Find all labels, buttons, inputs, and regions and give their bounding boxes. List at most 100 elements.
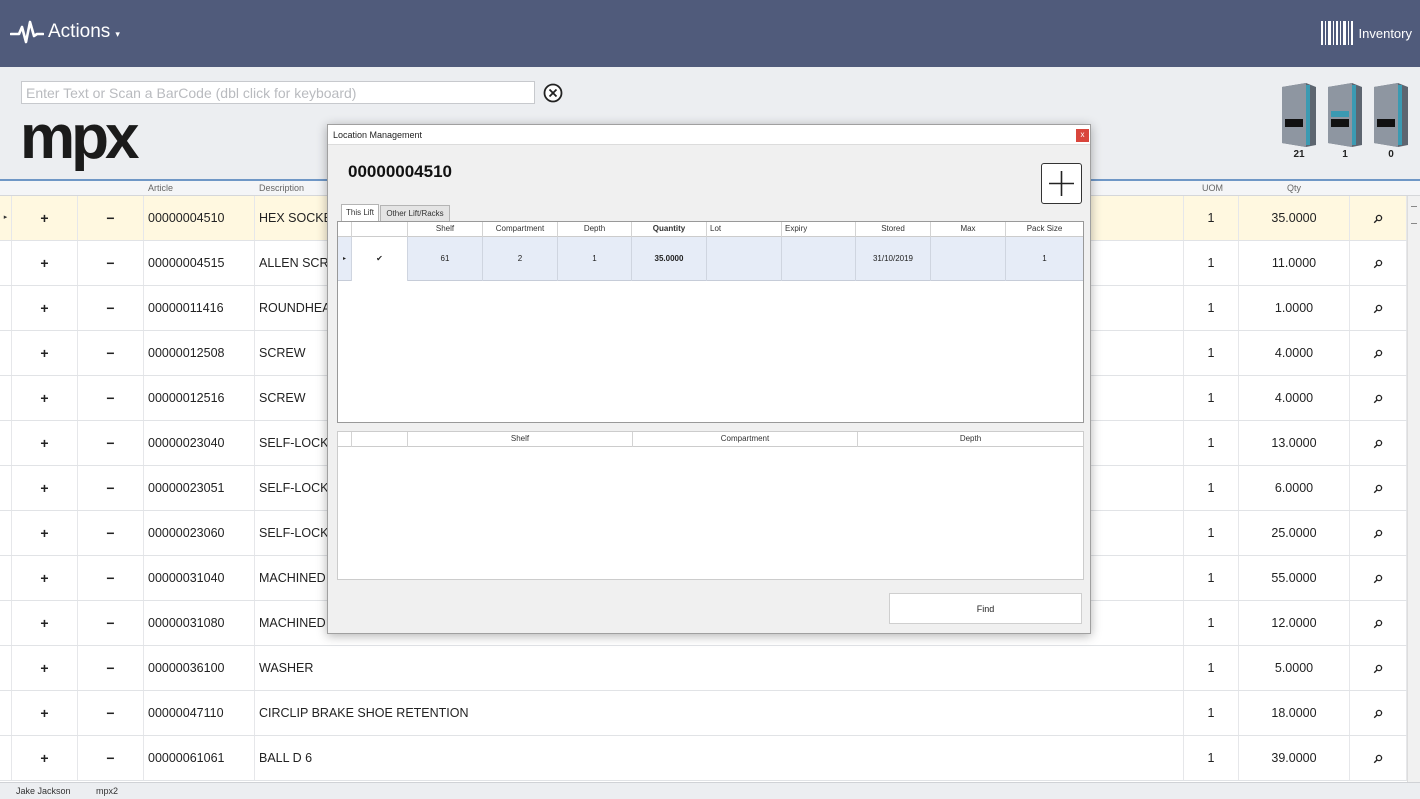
search-icon	[1373, 304, 1383, 313]
qty-cell: 1.0000	[1239, 286, 1350, 330]
uom-cell: 1	[1184, 286, 1239, 330]
decrement-button[interactable]: −	[78, 331, 144, 375]
increment-button[interactable]: +	[12, 691, 78, 735]
uom-cell: 1	[1184, 736, 1239, 780]
increment-button[interactable]: +	[12, 376, 78, 420]
locate-button[interactable]	[1350, 421, 1407, 465]
qty-cell: 55.0000	[1239, 556, 1350, 600]
locate-button[interactable]	[1350, 601, 1407, 645]
table-row[interactable]: + −00000047110 CIRCLIP BRAKE SHOE RETENTIO…	[0, 691, 1420, 736]
locate-button[interactable]	[1350, 196, 1407, 240]
article-cell: 00000023051	[144, 466, 255, 510]
uom-cell: 1	[1184, 601, 1239, 645]
scrollbar-thumb[interactable]	[1411, 206, 1417, 224]
search-icon	[1373, 754, 1383, 763]
locate-button[interactable]	[1350, 691, 1407, 735]
article-cell: 00000061061	[144, 736, 255, 780]
locate-button[interactable]	[1350, 331, 1407, 375]
row-indicator	[0, 286, 12, 330]
alternate-locations-grid: Shelf Compartment Depth	[337, 431, 1084, 580]
lift-1[interactable]: 21	[1280, 81, 1318, 160]
decrement-button[interactable]: −	[78, 421, 144, 465]
column-pack-size[interactable]: Pack Size	[1006, 222, 1083, 237]
close-button[interactable]: x	[1076, 129, 1089, 142]
qty-cell: 12.0000	[1239, 601, 1350, 645]
column-compartment[interactable]: Compartment	[483, 222, 558, 237]
locate-button[interactable]	[1350, 466, 1407, 510]
column-description[interactable]: Description	[259, 183, 304, 193]
locate-button[interactable]	[1350, 646, 1407, 690]
decrement-button[interactable]: −	[78, 286, 144, 330]
grid-scrollbar[interactable]	[1407, 196, 1420, 782]
column-depth[interactable]: Depth	[558, 222, 632, 237]
locate-button[interactable]	[1350, 736, 1407, 780]
lift-3[interactable]: 0	[1372, 81, 1410, 160]
location-row[interactable]: ▸ ✔ 61 2 1 35.0000 31/10/2019 1	[338, 237, 1083, 281]
location-check[interactable]: ✔	[352, 237, 408, 281]
alternate-grid-header: Shelf Compartment Depth	[338, 432, 1083, 447]
decrement-button[interactable]: −	[78, 196, 144, 240]
locate-button[interactable]	[1350, 511, 1407, 555]
article-cell: 00000011416	[144, 286, 255, 330]
increment-button[interactable]: +	[12, 196, 78, 240]
increment-button[interactable]: +	[12, 241, 78, 285]
increment-button[interactable]: +	[12, 421, 78, 465]
search-icon	[1373, 484, 1383, 493]
row-indicator	[0, 691, 12, 735]
column-stored[interactable]: Stored	[856, 222, 931, 237]
description-cell: CIRCLIP BRAKE SHOE RETENTION	[255, 691, 1184, 735]
search-icon	[1373, 664, 1383, 673]
tab-other-lift-racks[interactable]: Other Lift/Racks	[380, 205, 450, 221]
decrement-button[interactable]: −	[78, 736, 144, 780]
column-article[interactable]: Article	[148, 183, 173, 193]
increment-button[interactable]: +	[12, 736, 78, 780]
column-shelf[interactable]: Shelf	[408, 432, 633, 447]
barcode-icon	[1320, 21, 1353, 45]
column-max[interactable]: Max	[931, 222, 1006, 237]
column-uom[interactable]: UOM	[1202, 183, 1223, 193]
increment-button[interactable]: +	[12, 466, 78, 510]
search-icon	[1373, 709, 1383, 718]
increment-button[interactable]: +	[12, 286, 78, 330]
locate-button[interactable]	[1350, 286, 1407, 330]
column-shelf[interactable]: Shelf	[408, 222, 483, 237]
column-quantity[interactable]: Quantity	[632, 222, 707, 237]
increment-button[interactable]: +	[12, 511, 78, 555]
increment-button[interactable]: +	[12, 331, 78, 375]
clear-search-button[interactable]	[542, 82, 564, 104]
decrement-button[interactable]: −	[78, 556, 144, 600]
actions-menu[interactable]: Actions ▾	[10, 18, 120, 46]
add-location-button[interactable]	[1041, 163, 1082, 204]
increment-button[interactable]: +	[12, 646, 78, 690]
find-button[interactable]: Find	[889, 593, 1082, 624]
table-row[interactable]: + −00000061061 BALL D 6 1 39.0000	[0, 736, 1420, 781]
lift-2[interactable]: 1	[1326, 81, 1364, 160]
decrement-button[interactable]: −	[78, 376, 144, 420]
uom-cell: 1	[1184, 646, 1239, 690]
row-indicator	[0, 736, 12, 780]
decrement-button[interactable]: −	[78, 691, 144, 735]
decrement-button[interactable]: −	[78, 466, 144, 510]
increment-button[interactable]: +	[12, 556, 78, 600]
article-cell: 00000031080	[144, 601, 255, 645]
column-expiry[interactable]: Expiry	[782, 222, 856, 237]
column-compartment[interactable]: Compartment	[633, 432, 858, 447]
decrement-button[interactable]: −	[78, 646, 144, 690]
row-indicator	[0, 646, 12, 690]
inventory-button[interactable]: Inventory	[1320, 20, 1412, 46]
increment-button[interactable]: +	[12, 601, 78, 645]
decrement-button[interactable]: −	[78, 601, 144, 645]
column-qty[interactable]: Qty	[1287, 183, 1301, 193]
column-lot[interactable]: Lot	[707, 222, 782, 237]
column-depth[interactable]: Depth	[858, 432, 1083, 447]
locate-button[interactable]	[1350, 556, 1407, 600]
locate-button[interactable]	[1350, 376, 1407, 420]
dialog-title: Location Management	[333, 130, 423, 140]
locate-button[interactable]	[1350, 241, 1407, 285]
tab-this-lift[interactable]: This Lift	[341, 204, 379, 221]
dialog-title-bar[interactable]: Location Management x	[328, 125, 1090, 145]
table-row[interactable]: + −00000036100 WASHER 1 5.0000	[0, 646, 1420, 691]
decrement-button[interactable]: −	[78, 511, 144, 555]
search-input[interactable]	[21, 81, 535, 104]
decrement-button[interactable]: −	[78, 241, 144, 285]
